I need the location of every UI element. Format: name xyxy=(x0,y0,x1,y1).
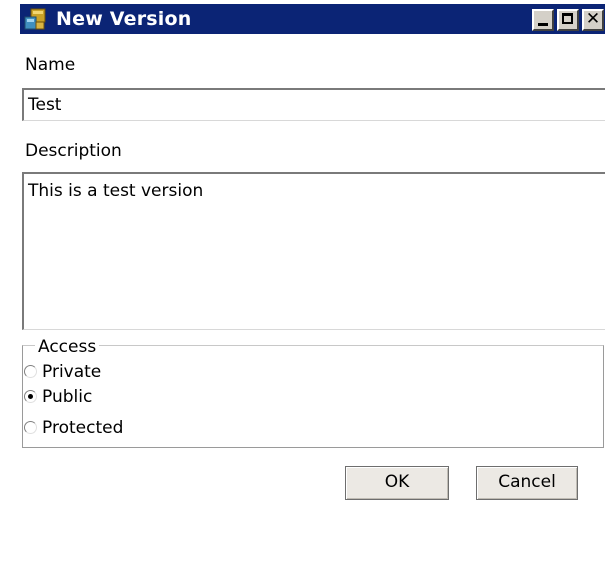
radio-button-selected-icon[interactable] xyxy=(24,390,37,403)
description-textarea[interactable]: This is a test version xyxy=(22,172,605,330)
radio-button-icon[interactable] xyxy=(24,365,37,378)
close-icon: ✕ xyxy=(585,9,601,29)
access-legend: Access xyxy=(35,336,100,358)
ok-button[interactable]: OK xyxy=(345,466,449,500)
version-package-icon xyxy=(24,8,46,30)
maximize-button[interactable] xyxy=(557,9,579,31)
radio-label: Protected xyxy=(42,418,124,438)
description-label: Description xyxy=(25,141,122,161)
minimize-icon xyxy=(538,23,548,26)
radio-label: Private xyxy=(42,362,102,382)
cancel-button[interactable]: Cancel xyxy=(476,466,578,500)
radio-label: Public xyxy=(42,387,93,407)
window-title: New Version xyxy=(56,8,192,30)
new-version-dialog: New Version ✕ Name Test Description This… xyxy=(0,0,605,586)
name-label: Name xyxy=(25,55,76,75)
radio-button-icon[interactable] xyxy=(24,421,37,434)
minimize-button[interactable] xyxy=(532,9,554,31)
close-button[interactable]: ✕ xyxy=(582,9,604,31)
radio-dot xyxy=(28,394,33,399)
maximize-icon xyxy=(562,13,573,24)
name-input[interactable]: Test xyxy=(22,88,605,121)
title-bar[interactable]: New Version ✕ xyxy=(20,4,605,34)
